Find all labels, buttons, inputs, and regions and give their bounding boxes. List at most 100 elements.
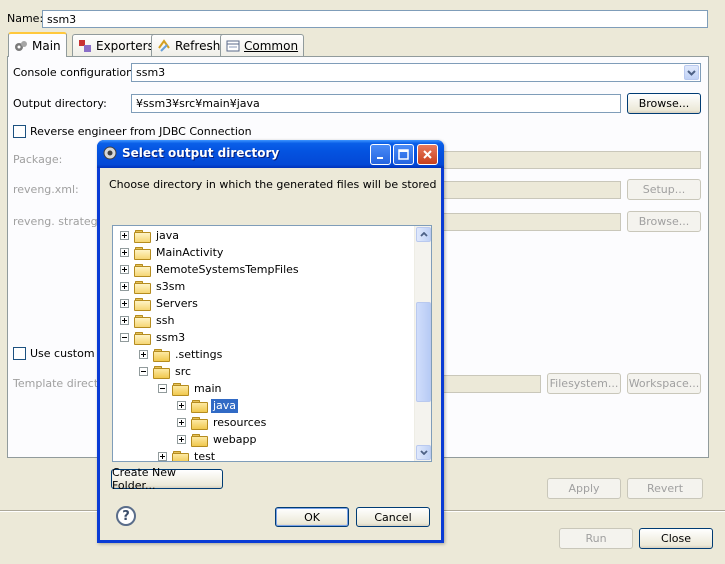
- output-dir-input[interactable]: ¥ssm3¥src¥main¥java: [131, 94, 621, 113]
- expand-icon[interactable]: [177, 435, 186, 444]
- workspace-button[interactable]: Workspace...: [627, 373, 701, 394]
- console-config-select[interactable]: ssm3: [131, 63, 701, 82]
- apply-button[interactable]: Apply: [547, 478, 621, 499]
- package-label: Package:: [13, 153, 63, 166]
- run-button[interactable]: Run: [559, 528, 633, 549]
- tree-item-label: java: [156, 228, 180, 242]
- tree-item[interactable]: java: [177, 397, 240, 414]
- tree-item-label: main: [194, 381, 222, 395]
- expand-icon[interactable]: [177, 418, 186, 427]
- dialog-title-bar[interactable]: Select output directory: [97, 140, 444, 168]
- minimize-icon: [377, 157, 383, 159]
- tree-item[interactable]: main: [158, 380, 223, 397]
- folder-icon: [153, 348, 170, 362]
- scroll-up-icon[interactable]: [416, 227, 431, 242]
- cancel-button[interactable]: Cancel: [356, 507, 430, 527]
- expand-icon[interactable]: [177, 401, 186, 410]
- tree-item-label: ssm3: [156, 330, 186, 344]
- setup-button[interactable]: Setup...: [627, 179, 701, 200]
- project-folder-icon: [134, 280, 151, 294]
- tree-scrollbar[interactable]: [414, 226, 431, 461]
- tree-item[interactable]: resources: [177, 414, 268, 431]
- collapse-icon[interactable]: [158, 384, 167, 393]
- name-label: Name:: [7, 12, 44, 25]
- tree-item-label: test: [194, 449, 216, 462]
- expand-icon[interactable]: [120, 248, 129, 257]
- project-folder-icon: [134, 314, 151, 328]
- console-config-label: Console configuration:: [13, 66, 137, 79]
- tree-item[interactable]: ssh: [120, 312, 176, 329]
- expand-icon[interactable]: [120, 299, 129, 308]
- template-dir-label: Template directo: [13, 377, 105, 390]
- revert-button[interactable]: Revert: [627, 478, 703, 499]
- tree-item-label: s3sm: [156, 279, 186, 293]
- common-icon: [226, 39, 240, 53]
- browse-output-button[interactable]: Browse...: [627, 93, 701, 114]
- use-custom-checkbox[interactable]: [13, 347, 26, 360]
- exporters-icon: [78, 39, 92, 53]
- reveng-strategy-label: reveng. strategy:: [13, 215, 108, 228]
- expand-icon[interactable]: [120, 265, 129, 274]
- filesystem-button[interactable]: Filesystem...: [547, 373, 621, 394]
- tree-item-label: MainActivity: [156, 245, 224, 259]
- expand-icon[interactable]: [120, 282, 129, 291]
- ok-button[interactable]: OK: [275, 507, 349, 527]
- reverse-engineer-label: Reverse engineer from JDBC Connection: [30, 125, 252, 138]
- expand-icon[interactable]: [158, 452, 167, 461]
- project-folder-icon: [134, 246, 151, 260]
- create-new-folder-button[interactable]: Create New Folder...: [111, 466, 223, 492]
- tree-item[interactable]: s3sm: [120, 278, 187, 295]
- collapse-icon[interactable]: [139, 367, 148, 376]
- scroll-thumb[interactable]: [416, 302, 431, 402]
- dialog-body: Choose directory in which the generated …: [100, 168, 441, 540]
- expand-icon[interactable]: [139, 350, 148, 359]
- tree-item-label: resources: [213, 415, 267, 429]
- expand-icon[interactable]: [120, 231, 129, 240]
- tree-item-label: webapp: [213, 432, 257, 446]
- tab-refresh[interactable]: Refresh: [151, 34, 227, 56]
- eclipse-gear-icon: [102, 145, 118, 161]
- tab-exporters[interactable]: Exporters: [72, 34, 160, 56]
- browse-strategy-button[interactable]: Browse...: [627, 211, 701, 232]
- tree-item-label: ssh: [156, 313, 175, 327]
- tree-item[interactable]: RemoteSystemsTempFiles: [120, 261, 301, 278]
- console-config-value: ssm3: [136, 66, 166, 79]
- tree-item[interactable]: MainActivity: [120, 244, 225, 261]
- tree-item[interactable]: java: [120, 227, 181, 244]
- refresh-icon: [157, 38, 171, 53]
- tab-common-label: Common: [244, 38, 299, 53]
- dialog-title: Select output directory: [122, 146, 280, 160]
- help-icon[interactable]: ?: [116, 506, 136, 526]
- maximize-icon: [398, 149, 409, 160]
- close-button[interactable]: Close: [639, 528, 713, 549]
- tree-item[interactable]: Servers: [120, 295, 200, 312]
- project-folder-icon: [134, 331, 151, 345]
- collapse-icon[interactable]: [120, 333, 129, 342]
- tab-refresh-label: Refresh: [175, 38, 221, 53]
- minimize-button[interactable]: [370, 144, 391, 165]
- tree-item[interactable]: src: [139, 363, 193, 380]
- tree-item-label: java: [209, 397, 240, 414]
- chevron-down-icon[interactable]: [684, 65, 699, 80]
- name-input[interactable]: ssm3: [42, 10, 708, 28]
- folder-icon: [172, 382, 189, 396]
- directory-tree[interactable]: java MainActivity RemoteSystemsTempFiles s3…: [112, 225, 432, 462]
- close-icon: [423, 150, 432, 159]
- main-tab-icon: [14, 39, 28, 53]
- tree-item[interactable]: webapp: [177, 431, 258, 448]
- folder-icon: [191, 416, 208, 430]
- expand-icon[interactable]: [120, 316, 129, 325]
- tab-common[interactable]: Common: [220, 34, 305, 56]
- reveng-xml-label: reveng.xml:: [13, 183, 79, 196]
- reverse-engineer-checkbox[interactable]: [13, 125, 26, 138]
- maximize-button[interactable]: [393, 144, 414, 165]
- tree-item[interactable]: ssm3: [120, 329, 187, 346]
- folder-icon: [191, 399, 208, 413]
- tree-item[interactable]: test: [158, 448, 217, 462]
- scroll-down-icon[interactable]: [416, 445, 431, 460]
- tree-item[interactable]: .settings: [139, 346, 224, 363]
- dialog-close-button[interactable]: [417, 144, 438, 165]
- output-dir-label: Output directory:: [13, 97, 107, 110]
- tab-main[interactable]: Main: [8, 32, 67, 57]
- tab-main-label: Main: [32, 38, 61, 53]
